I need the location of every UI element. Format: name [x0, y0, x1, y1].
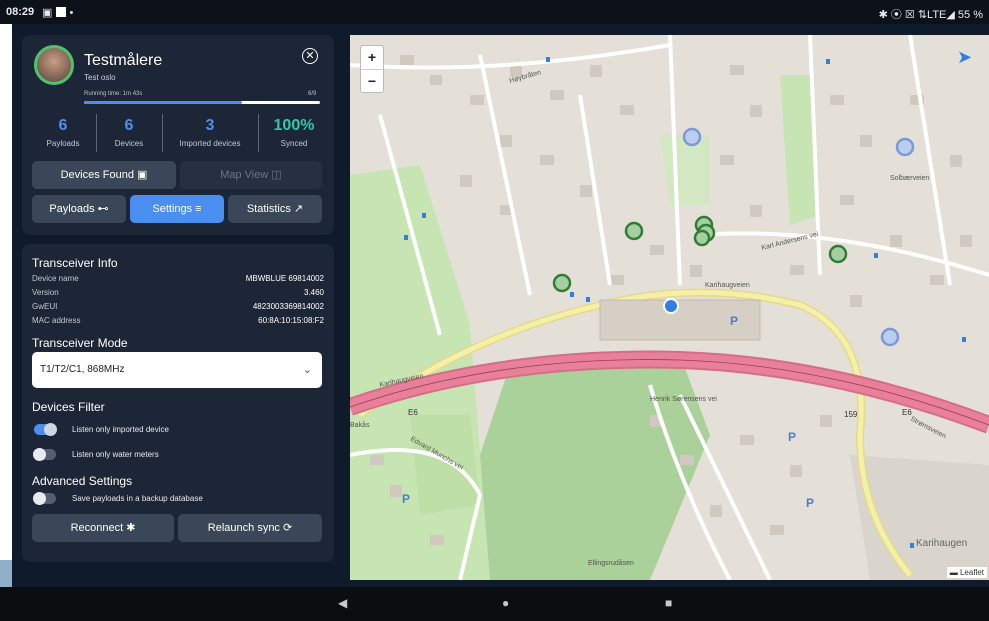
- transceiver-info-heading: Transceiver Info: [32, 256, 118, 270]
- stat-payloads: 6 Payloads: [28, 117, 98, 155]
- toggle-label: Listen only imported device: [72, 425, 169, 434]
- info-row-mac: MAC address 60:8A:10:15:08:F2: [32, 316, 324, 325]
- map-label: Henrik Sørensens vei: [650, 396, 717, 403]
- map-label: 159: [844, 410, 858, 419]
- devices-filter-heading: Devices Filter: [32, 400, 105, 414]
- stat-value: 6: [58, 117, 68, 134]
- info-value: 4823003369814002: [252, 302, 324, 311]
- transceiver-mode-select[interactable]: T1/T2/C1, 868MHz ⌄: [32, 352, 322, 388]
- zoom-out-button[interactable]: −: [361, 70, 383, 93]
- progress-bar: [84, 101, 320, 104]
- map-label: E6: [902, 408, 912, 417]
- home-icon[interactable]: ●: [502, 596, 509, 610]
- current-location-marker: [663, 298, 679, 314]
- divider: [96, 114, 97, 152]
- settings-panel: Transceiver Info Device name MBWBLUE 698…: [22, 244, 334, 562]
- status-time: 08:29: [6, 6, 35, 18]
- park-area: [410, 415, 480, 515]
- info-row-gweui: GwEUI 4823003369814002: [32, 302, 324, 311]
- info-value: 3.460: [303, 288, 324, 297]
- toggle-imported-only[interactable]: [34, 423, 57, 436]
- zoom-control: + −: [360, 45, 384, 93]
- android-nav-bar: ◀ ● ■: [0, 587, 989, 621]
- toggle-label: Save payloads in a backup database: [72, 494, 203, 503]
- map-label: Bakås: [350, 421, 370, 429]
- stat-label: Imported devices: [179, 139, 241, 148]
- map-label: Solbærveien: [890, 175, 929, 182]
- info-label: Version: [32, 288, 59, 297]
- stat-label: Devices: [114, 139, 144, 148]
- toggle-label: Listen only water meters: [72, 450, 159, 459]
- stat-value: 3: [205, 117, 215, 134]
- divider: [258, 114, 259, 152]
- toggle-backup-db[interactable]: [33, 492, 56, 505]
- devices-found-button[interactable]: Devices Found ▣: [32, 161, 176, 189]
- map-label: P: [806, 496, 814, 510]
- stat-label: Synced: [280, 139, 308, 148]
- notification-icons: ▣ •: [42, 7, 74, 19]
- close-icon[interactable]: ✕: [302, 48, 318, 64]
- map-label: P: [730, 314, 738, 328]
- device-marker: [552, 273, 572, 293]
- tab-payloads[interactable]: Payloads ⊷: [32, 195, 126, 223]
- stat-value: 6: [124, 117, 134, 134]
- info-row-device-name: Device name MBWBLUE 69814002: [32, 274, 324, 283]
- map-attribution[interactable]: ▬ Leaflet: [946, 567, 987, 578]
- map-label: Karihaugveien: [705, 282, 750, 289]
- chevron-down-icon: ⌄: [302, 364, 312, 376]
- progress-count: 6/9: [308, 91, 317, 97]
- toggle-water-meters[interactable]: [33, 448, 56, 461]
- advanced-settings-heading: Advanced Settings: [32, 474, 133, 488]
- back-icon[interactable]: ◀: [338, 596, 347, 610]
- device-marker: [880, 327, 900, 347]
- relaunch-sync-button[interactable]: Relaunch sync ⟳: [178, 514, 322, 542]
- stat-value: 100%: [273, 117, 315, 134]
- stat-imported: 3 Imported devices: [164, 117, 256, 155]
- info-row-version: Version 3.460: [32, 288, 324, 297]
- divider: [162, 114, 163, 152]
- map-view[interactable]: Karihaugveien Karihaugveien Karihaugen H…: [350, 35, 989, 580]
- user-subtitle: Test oslo: [84, 73, 116, 82]
- stat-label: Payloads: [46, 139, 80, 148]
- industrial-area: [850, 455, 989, 580]
- select-value: T1/T2/C1, 868MHz: [40, 364, 125, 375]
- device-marker: [895, 137, 915, 157]
- info-value: 60:8A:10:15:08:F2: [258, 316, 324, 325]
- info-value: MBWBLUE 69814002: [245, 274, 324, 283]
- map-label: E6: [408, 408, 418, 417]
- status-right-icons: ✱ ⦿ ☒ ⇅LTE◢ 55 %: [878, 9, 983, 21]
- tab-settings[interactable]: Settings ≡: [130, 195, 224, 223]
- status-bar: 08:29 ▣ • ✱ ⦿ ☒ ⇅LTE◢ 55 %: [0, 0, 989, 24]
- map-label: Karihaugen: [916, 538, 967, 549]
- map-canvas: Karihaugveien Karihaugveien Karihaugen H…: [350, 35, 989, 580]
- running-time: Running time: 1m 43s: [84, 91, 143, 97]
- info-label: GwEUI: [32, 302, 58, 311]
- recents-icon[interactable]: ■: [665, 596, 672, 610]
- info-label: MAC address: [32, 316, 81, 325]
- map-label: P: [788, 430, 796, 444]
- device-marker: [624, 221, 644, 241]
- tab-statistics[interactable]: Statistics ↗: [228, 195, 322, 223]
- user-name: Testmålere: [84, 52, 163, 69]
- session-panel: Testmålere Test oslo ✕ Running time: 1m …: [22, 35, 334, 235]
- device-marker: [682, 127, 702, 147]
- reconnect-button[interactable]: Reconnect ✱: [32, 514, 174, 542]
- navigation-arrow-icon[interactable]: ➤: [957, 47, 972, 68]
- device-marker: [828, 244, 848, 264]
- device-marker: [693, 229, 711, 247]
- zoom-in-button[interactable]: +: [361, 46, 383, 70]
- map-view-button[interactable]: Map View ◫: [180, 161, 322, 189]
- info-label: Device name: [32, 274, 79, 283]
- map-label: Ellingsrudåsen: [588, 559, 634, 567]
- user-avatar: [34, 45, 74, 85]
- progress-fill: [84, 101, 243, 104]
- stat-synced: 100% Synced: [260, 117, 328, 155]
- stat-devices: 6 Devices: [98, 117, 160, 155]
- transceiver-mode-heading: Transceiver Mode: [32, 336, 128, 350]
- map-label: P: [402, 492, 410, 506]
